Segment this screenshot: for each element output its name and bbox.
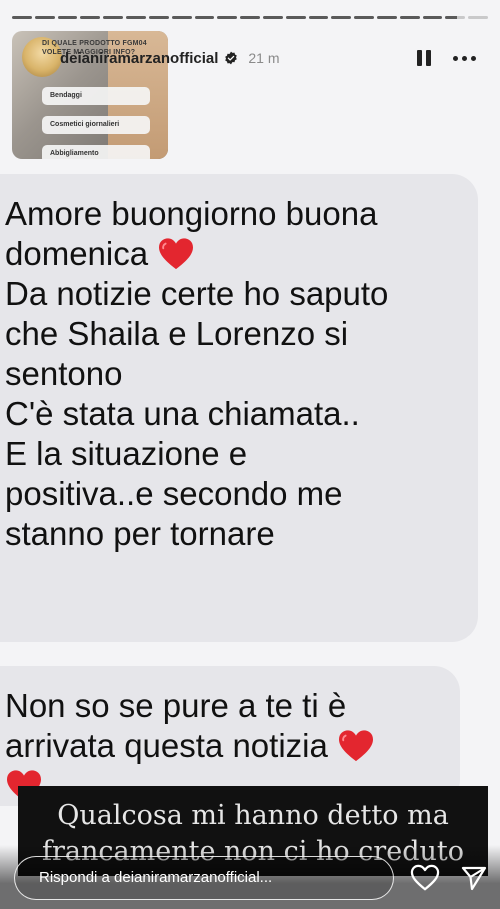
caption-line: Qualcosa mi hanno detto ma (57, 800, 449, 831)
progress-segment (468, 16, 489, 19)
message-line: C'è stata una chiamata.. (5, 395, 360, 432)
progress-segment-fill (171, 16, 192, 19)
progress-segment (240, 16, 260, 19)
progress-segment-fill (34, 16, 55, 19)
progress-segment (399, 16, 420, 19)
progress-segment-fill (194, 16, 215, 19)
message-line: che Shaila e Lorenzo si (5, 315, 349, 352)
progress-segment (148, 16, 169, 19)
thumbnail-option-bendaggi: Bendaggi (42, 87, 150, 105)
progress-segment (331, 16, 352, 19)
message-line: arrivata questa notizia (5, 726, 446, 766)
progress-segment-fill (308, 16, 329, 19)
message-bubble: Non so se pure a te ti è arrivata questa… (0, 666, 460, 806)
message-line: Amore buongiorno buona (5, 195, 378, 232)
progress-segment (103, 16, 124, 19)
progress-segment (171, 16, 192, 19)
red-heart-icon (339, 730, 374, 762)
send-icon[interactable] (460, 864, 488, 892)
message-line: stanno per tornare (5, 515, 275, 552)
progress-segment (194, 16, 215, 19)
progress-segment-fill (240, 16, 260, 19)
message-line: sentono (5, 355, 123, 392)
progress-segment (308, 16, 329, 19)
heart-outline-icon[interactable] (410, 864, 440, 892)
story-screen: DI QUALE PRODOTTO FGM04 VOLETE MAGGIORI … (0, 0, 500, 909)
progress-segment (57, 16, 78, 19)
progress-segment (34, 16, 55, 19)
pause-icon[interactable] (417, 50, 431, 66)
story-header: deianiramarzanofficial 21 m (60, 42, 490, 74)
more-dots-icon[interactable] (453, 55, 476, 61)
message-bubble: Amore buongiorno buona domenica Da notiz… (0, 174, 478, 642)
thumbnail-option-abbigliamento: Abbigliamento (42, 145, 150, 159)
progress-segment (377, 16, 397, 19)
red-heart-icon (159, 238, 194, 270)
reply-input[interactable]: Rispondi a deianiramarzanofficial... (14, 856, 394, 900)
message-line-text: arrivata questa notizia (5, 727, 328, 764)
message-line-text: domenica (5, 235, 149, 272)
progress-segment-fill (148, 16, 169, 19)
progress-segment (80, 16, 101, 19)
progress-segment (422, 16, 443, 19)
progress-segment (12, 16, 32, 19)
progress-segment (217, 16, 238, 19)
progress-segment-fill (262, 16, 283, 19)
progress-segment (354, 16, 374, 19)
story-controls (417, 50, 490, 66)
progress-segment-fill (331, 16, 352, 19)
progress-segment (262, 16, 283, 19)
story-username[interactable]: deianiramarzanofficial (60, 50, 218, 67)
progress-segment-fill (12, 16, 32, 19)
progress-segment-fill (399, 16, 420, 19)
verified-badge-icon (225, 51, 238, 65)
message-line: Da notizie certe ho saputo (5, 275, 389, 312)
thumbnail-option-cosmetici: Cosmetici giornalieri (42, 116, 150, 134)
progress-segment-fill (217, 16, 238, 19)
message-line: E la situazione e (5, 435, 248, 472)
progress-segment-fill (285, 16, 306, 19)
story-progress-bar (12, 16, 489, 19)
progress-segment-fill (103, 16, 124, 19)
progress-segment-fill (445, 16, 458, 19)
progress-segment (445, 16, 466, 19)
message-line: domenica (5, 234, 464, 274)
progress-segment-fill (80, 16, 101, 19)
progress-segment-fill (126, 16, 146, 19)
story-time: 21 m (248, 50, 280, 66)
message-line: Non so se pure a te ti è (5, 687, 347, 724)
progress-segment-fill (377, 16, 397, 19)
message-line: positiva..e secondo me (5, 475, 343, 512)
progress-segment (126, 16, 146, 19)
progress-segment-fill (422, 16, 443, 19)
progress-segment-fill (354, 16, 374, 19)
progress-segment (285, 16, 306, 19)
progress-segment-fill (57, 16, 78, 19)
